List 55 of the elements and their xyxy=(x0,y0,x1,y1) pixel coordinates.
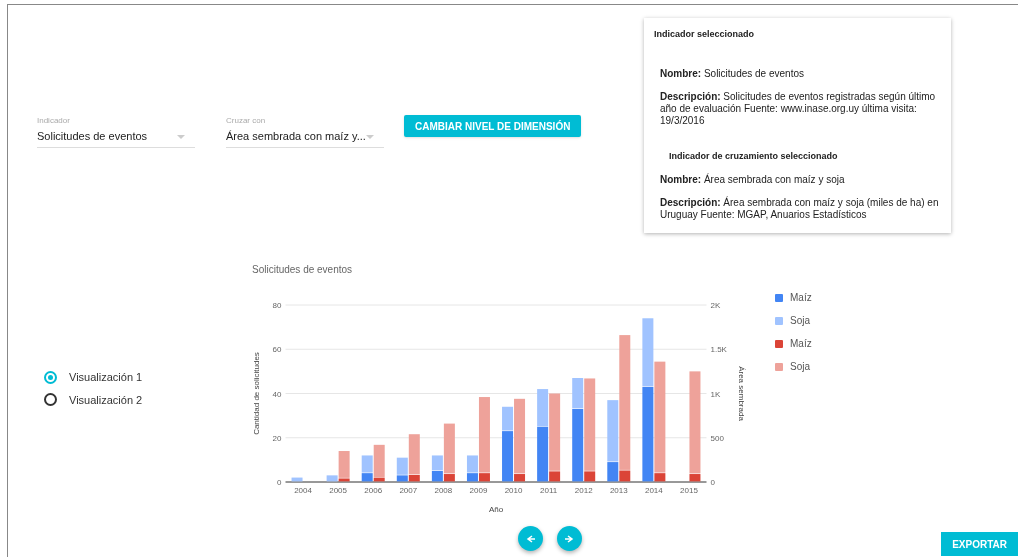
x-axis-label: 2004 xyxy=(294,486,312,495)
legend-label: Soja xyxy=(790,314,810,328)
y-axis-title: Cantidad de solicitudes xyxy=(252,352,261,435)
y-axis-label: 500 xyxy=(710,433,724,443)
dropdown-field[interactable]: Área sembrada con maíz y... xyxy=(226,126,384,148)
x-axis-title: Año xyxy=(488,505,504,514)
field-label: Cruzar con xyxy=(226,116,267,126)
legend-swatch xyxy=(775,316,783,325)
legend-swatch xyxy=(775,339,783,348)
y-axis-label: 2K xyxy=(710,301,721,310)
y-axis-label: 1K xyxy=(710,389,721,399)
legend-label: Maíz xyxy=(790,337,812,351)
dropdown-caret-icon xyxy=(177,134,185,139)
x-axis-label: 2015 xyxy=(680,486,698,495)
radio-button[interactable] xyxy=(44,393,57,407)
x-axis-label: 2006 xyxy=(364,486,383,495)
y-axis-label: 1.5K xyxy=(710,345,727,355)
info-text: Nombre: Solicitudes de eventos xyxy=(660,67,805,80)
radio-option[interactable]: Visualización 2 xyxy=(44,391,245,408)
arrow-left-icon xyxy=(525,534,536,543)
arrow-right-icon xyxy=(564,534,575,543)
legend-label: Maíz xyxy=(790,291,812,305)
radio-option[interactable]: Visualización 1 xyxy=(44,369,245,386)
legend-swatch xyxy=(775,293,783,302)
y-axis-label: 0 xyxy=(710,478,715,487)
y-axis-title: Área sembrada xyxy=(737,366,746,421)
legend-label: Soja xyxy=(790,360,810,374)
dropdown-field[interactable]: Solicitudes de eventos xyxy=(37,126,195,148)
x-axis-label: 2005 xyxy=(329,486,347,495)
y-axis-label: 20 xyxy=(272,433,282,443)
card-title: Indicador seleccionado xyxy=(654,28,756,41)
x-axis-label: 2007 xyxy=(399,486,418,495)
chart-bar xyxy=(291,477,303,482)
card-subtitle: Indicador de cruzamiento seleccionado xyxy=(669,149,839,163)
info-text: Descripción: Solicitudes de eventos registradas según último año de evaluación Fuente: www.inase.org.uy última visita: 19/3/2016 xyxy=(660,90,937,127)
x-axis-label: 2014 xyxy=(645,486,663,495)
x-axis-label: 2011 xyxy=(540,486,558,495)
info-text: Nombre: Área sembrada con maíz y soja xyxy=(660,174,846,186)
x-axis-label: 2013 xyxy=(609,486,628,495)
x-axis-label: 2009 xyxy=(469,486,488,495)
y-axis-label: 80 xyxy=(272,301,282,310)
x-axis-label: 2012 xyxy=(574,486,593,495)
x-axis-label: 2008 xyxy=(434,486,453,495)
radio-button[interactable] xyxy=(44,370,57,384)
field-label: Indicador xyxy=(37,116,71,126)
dropdown-caret-icon xyxy=(366,134,374,139)
y-axis-label: 0 xyxy=(277,478,282,487)
x-axis-label: 2010 xyxy=(504,486,523,495)
legend-swatch xyxy=(775,362,783,371)
y-axis-label: 40 xyxy=(272,389,282,399)
info-text: Descripción: Área sembrada con maíz y soja (miles de ha) en Uruguay Fuente: MGAP, Anuarios Estadísticos xyxy=(660,197,940,221)
y-axis-label: 60 xyxy=(272,345,282,355)
chart-title: Solicitudes de eventos xyxy=(252,264,354,276)
next-button[interactable] xyxy=(557,526,582,551)
previous-button[interactable] xyxy=(518,526,543,551)
